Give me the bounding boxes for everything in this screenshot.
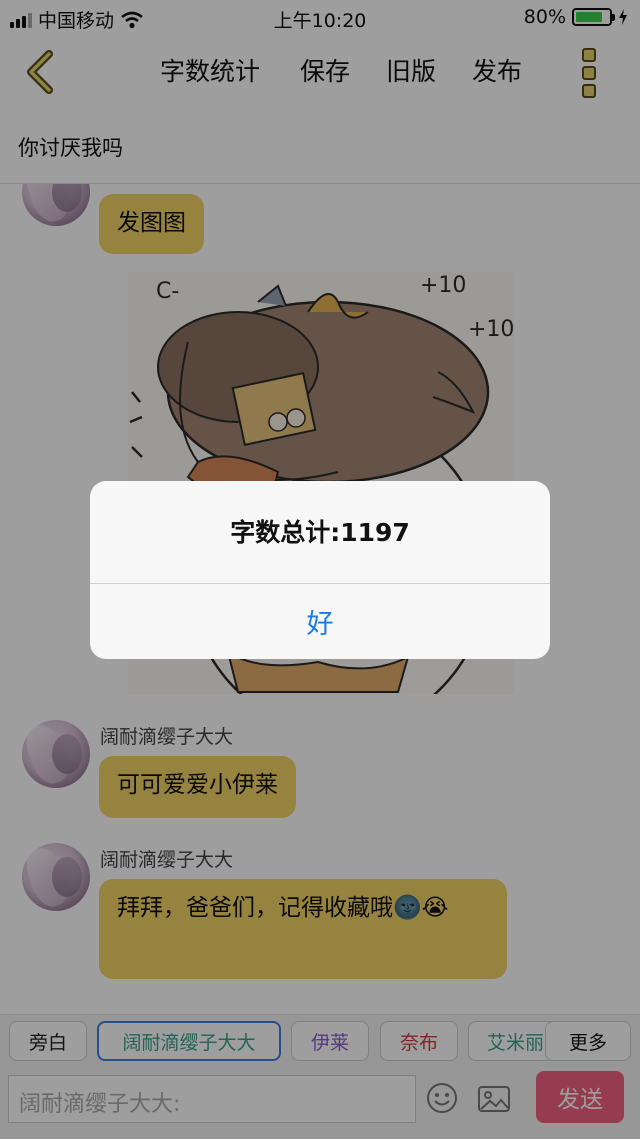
word-count-alert: 字数总计:1197 好 [90,481,550,659]
alert-ok-button[interactable]: 好 [90,584,550,659]
alert-message: 字数总计:1197 [230,518,410,547]
